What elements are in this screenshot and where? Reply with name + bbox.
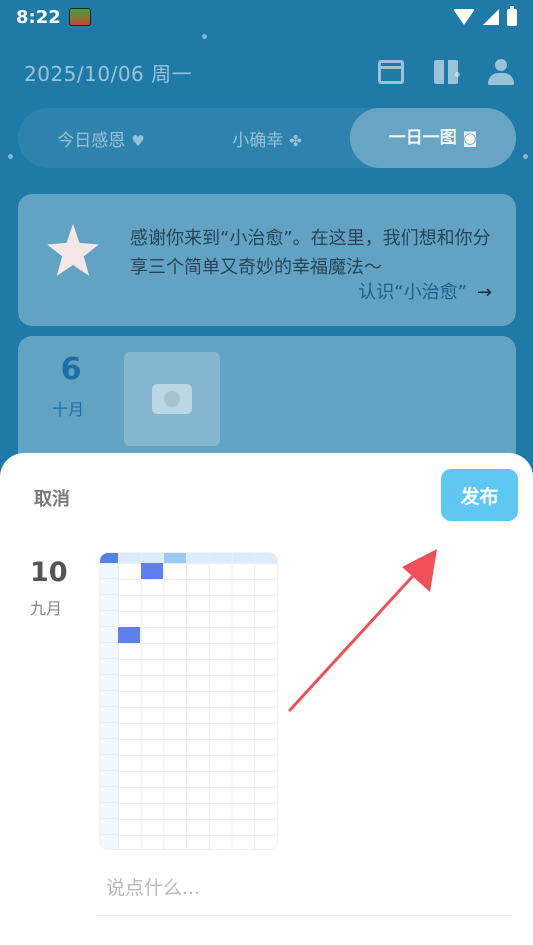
timetable-event [118,627,140,643]
timetable-time [100,691,118,707]
timetable-time [100,819,118,835]
timetable-time [100,595,118,611]
camera-icon: ◙ [462,129,478,147]
tab-label: 小确幸 [232,130,284,151]
status-bar: 8:22 [0,0,533,34]
date-title: 2025/10/06 周一 [24,61,193,86]
camera-icon [152,384,192,414]
tab-photo-a-day[interactable]: 一日一图 ◙ [350,108,516,168]
timetable-col [163,553,187,563]
clover-icon: ✤ [289,131,302,150]
star-mascot-icon [47,224,99,276]
timetable-time [100,579,118,595]
timetable-col [118,553,141,563]
timetable-col [231,553,255,563]
timetable-time [100,659,118,675]
tab-little-joy[interactable]: 小确幸 ✤ [184,126,350,151]
tab-label: 一日一图 [388,128,457,148]
arrow-right-icon: → [476,282,492,303]
tab-label: 今日感恩 [57,130,126,151]
timetable-time [100,723,118,739]
intro-text: 感谢你来到“小治愈”。在这里，我们想和你分享三个简单又奇妙的幸福魔法～ [130,228,491,278]
publish-sheet: 取消 发布 10 九月 [0,453,533,945]
timetable-time [100,787,118,803]
timetable-event [141,563,163,579]
timetable-col [186,553,209,563]
timetable-time [100,755,118,771]
timetable-time [100,563,118,579]
decor-dot [202,34,207,39]
app-notification-icon [68,8,91,26]
timetable-col [140,553,164,563]
cancel-button[interactable]: 取消 [34,485,70,511]
timetable-times [100,563,118,849]
timetable-col [208,553,232,563]
timetable-header [100,553,277,563]
battery-icon [507,5,517,26]
header-actions [378,59,514,85]
sheet-day: 10 [30,557,68,588]
wifi-icon [453,9,475,25]
decor-dot [8,154,13,159]
timetable-time [100,643,118,659]
timetable-col [254,553,277,563]
timetable-grid [118,563,277,849]
timetable-time [100,803,118,819]
user-icon[interactable] [488,59,514,85]
tab-bar: 今日感恩 ♥ 小确幸 ✤ 一日一图 ◙ [18,108,516,168]
timetable-time [100,611,118,627]
tab-gratitude[interactable]: 今日感恩 ♥ [18,126,184,151]
entry-day: 6 [60,352,82,387]
intro-link[interactable]: 认识“小治愈” → [358,278,492,304]
timetable-time [100,627,118,643]
publish-button[interactable]: 发布 [441,469,518,521]
timetable-time [100,771,118,787]
timetable-corner [100,553,118,563]
photo-thumbnail[interactable] [100,553,277,849]
header: 2025/10/06 周一 [24,56,514,88]
calendar-icon[interactable] [378,60,404,84]
status-time: 8:22 [16,6,61,28]
timetable-time [100,707,118,723]
status-icons [453,5,517,26]
timetable-body [100,563,277,849]
timetable-time [100,739,118,755]
sheet-month: 九月 [30,599,63,618]
decor-dot [523,154,528,159]
signal-icon [483,9,499,25]
entry-photo-placeholder[interactable] [124,352,220,446]
comment-input[interactable] [96,861,510,916]
intro-link-label: 认识“小治愈” [358,282,467,303]
heart-icon: ♥ [131,131,145,150]
intro-card: 感谢你来到“小治愈”。在这里，我们想和你分享三个简单又奇妙的幸福魔法～ 认识“小… [18,194,516,326]
gift-icon[interactable] [434,60,458,84]
entry-month: 十月 [52,400,85,419]
timetable-time [100,675,118,691]
